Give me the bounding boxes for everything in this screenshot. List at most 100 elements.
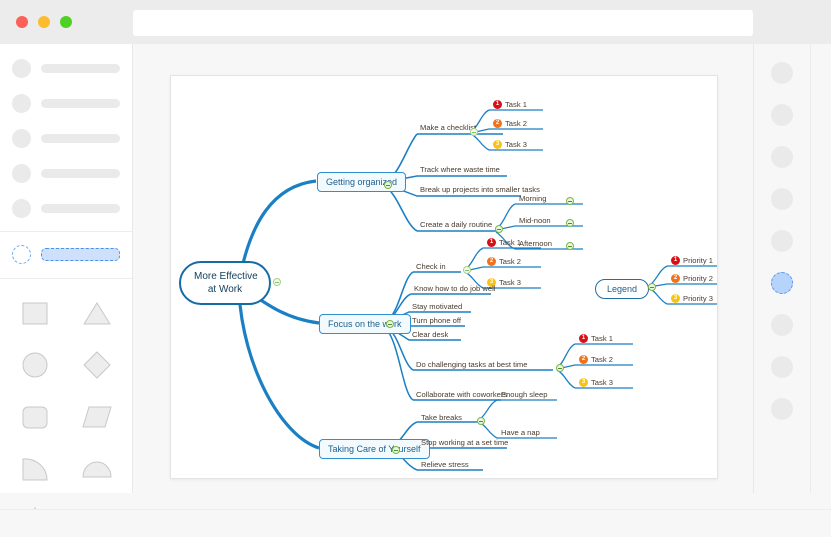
rail-item-4[interactable] [771, 188, 793, 210]
leaf-do-challenging-tasks[interactable]: Do challenging tasks at best time [414, 360, 529, 370]
close-button[interactable] [16, 16, 28, 28]
task-item[interactable]: 1 Task 1 [577, 334, 615, 344]
mindmap-page[interactable]: More Effective at Work Getting organized… [170, 75, 718, 479]
list-item[interactable] [12, 196, 120, 220]
list-item-label [41, 64, 120, 73]
rail-item-2[interactable] [771, 104, 793, 126]
task-label: Task 3 [505, 140, 527, 149]
leaf-collaborate-with-coworkers[interactable]: Collaborate with coworkers [414, 390, 509, 400]
left-sidebar [0, 44, 133, 493]
central-node-line1: More Effective [194, 270, 256, 283]
branch-node-taking-care-of-yourself[interactable]: Taking Care of Yourself [319, 439, 430, 459]
rail-item-8[interactable] [771, 356, 793, 378]
canvas-area[interactable]: More Effective at Work Getting organized… [133, 44, 753, 493]
task-item[interactable]: 1 Task 1 [491, 100, 529, 110]
rail-item-3[interactable] [771, 146, 793, 168]
task-item[interactable]: 1 Task 1 [485, 238, 523, 248]
rail-item-5[interactable] [771, 230, 793, 252]
list-item-label [41, 134, 120, 143]
collapse-toggle-branch-2-icon[interactable] [386, 320, 394, 328]
legend-item[interactable]: 3 Priority 3 [669, 294, 715, 304]
collapse-toggle-check-in-icon[interactable] [463, 266, 471, 274]
shape-parallelogram[interactable] [75, 397, 119, 437]
leaf-mid-noon[interactable]: Mid-noon [517, 216, 553, 226]
sidebar-divider [0, 231, 132, 232]
priority-1-icon: 1 [487, 238, 496, 247]
legend-item[interactable]: 1 Priority 1 [669, 256, 715, 266]
collapse-toggle-branch-3-icon[interactable] [392, 446, 400, 454]
list-item[interactable] [12, 91, 120, 115]
leaf-relieve-stress[interactable]: Relieve stress [419, 460, 471, 470]
window-controls [16, 16, 72, 28]
leaf-check-in[interactable]: Check in [414, 262, 448, 272]
shape-half-circle[interactable] [75, 449, 119, 489]
priority-3-icon: 3 [671, 294, 680, 303]
leaf-know-how-to-do-job-well[interactable]: Know how to do job well [412, 284, 497, 294]
rail-item-6-selected[interactable] [771, 272, 793, 294]
list-item-selected[interactable] [12, 242, 120, 266]
leaf-turn-phone-off[interactable]: Turn phone off [410, 316, 463, 326]
collapse-toggle-take-breaks-icon[interactable] [477, 417, 485, 425]
minimize-button[interactable] [38, 16, 50, 28]
status-bar [0, 509, 831, 537]
priority-2-icon: 2 [671, 274, 680, 283]
leaf-stop-working-at-a-set-time[interactable]: Stop working at a set time [419, 438, 510, 448]
rail-item-1[interactable] [771, 62, 793, 84]
rail-item-7[interactable] [771, 314, 793, 336]
app-window: More Effective at Work Getting organized… [0, 0, 831, 537]
leaf-stay-motivated[interactable]: Stay motivated [410, 302, 464, 312]
collapse-toggle-daily-routine-icon[interactable] [495, 225, 503, 233]
shape-quarter-circle[interactable] [13, 449, 57, 489]
list-item[interactable] [12, 56, 120, 80]
legend-node[interactable]: Legend [595, 279, 649, 299]
leaf-track-where-waste-time[interactable]: Track where waste time [418, 165, 502, 175]
body-area: More Effective at Work Getting organized… [0, 44, 831, 509]
leaf-morning[interactable]: Morning [517, 194, 548, 204]
leaf-enough-sleep[interactable]: Enough sleep [499, 390, 549, 400]
leaf-take-breaks[interactable]: Take breaks [419, 413, 464, 423]
legend-item-label: Priority 1 [683, 256, 713, 265]
collapse-toggle-checklist-icon[interactable] [470, 128, 478, 136]
task-item[interactable]: 2 Task 2 [485, 257, 523, 267]
task-item[interactable]: 2 Task 2 [577, 355, 615, 365]
branch-node-getting-organized[interactable]: Getting organized [317, 172, 406, 192]
collapse-toggle-legend-icon[interactable] [648, 283, 656, 291]
placeholder-list [0, 44, 132, 220]
task-label: Task 2 [591, 355, 613, 364]
rail-item-9[interactable] [771, 398, 793, 420]
task-item[interactable]: 2 Task 2 [491, 119, 529, 129]
branch-node-focus-on-the-work[interactable]: Focus on the work [319, 314, 411, 334]
leaf-have-a-nap[interactable]: Have a nap [499, 428, 542, 438]
collapse-toggle-challenging-tasks-icon[interactable] [556, 364, 564, 372]
task-item[interactable]: 3 Task 3 [491, 140, 529, 150]
list-item[interactable] [12, 126, 120, 150]
shape-diamond[interactable] [75, 345, 119, 385]
leaf-create-a-daily-routine[interactable]: Create a daily routine [418, 220, 494, 230]
legend-item[interactable]: 2 Priority 2 [669, 274, 715, 284]
priority-1-icon: 1 [579, 334, 588, 343]
shape-circle[interactable] [13, 345, 57, 385]
task-label: Task 3 [591, 378, 613, 387]
task-label: Task 2 [499, 257, 521, 266]
maximize-button[interactable] [60, 16, 72, 28]
leaf-clear-desk[interactable]: Clear desk [410, 330, 450, 340]
right-rail [754, 44, 811, 493]
collapse-toggle-morning-icon[interactable] [566, 197, 574, 205]
list-item-avatar-icon [12, 245, 31, 264]
shape-square[interactable] [13, 293, 57, 333]
list-item-label [41, 169, 120, 178]
shape-triangle[interactable] [75, 293, 119, 333]
collapse-toggle-mid-noon-icon[interactable] [566, 219, 574, 227]
priority-1-icon: 1 [493, 100, 502, 109]
collapse-toggle-afternoon-icon[interactable] [566, 242, 574, 250]
collapse-toggle-branch-1-icon[interactable] [384, 181, 392, 189]
shape-rounded-square[interactable] [13, 397, 57, 437]
central-node[interactable]: More Effective at Work [179, 261, 271, 305]
collapse-toggle-central-icon[interactable] [273, 278, 281, 286]
address-bar-input[interactable] [133, 10, 753, 36]
list-item[interactable] [12, 161, 120, 185]
list-item-avatar-icon [12, 199, 31, 218]
list-item-avatar-icon [12, 164, 31, 183]
legend-item-label: Priority 3 [683, 294, 713, 303]
task-item[interactable]: 3 Task 3 [577, 378, 615, 388]
